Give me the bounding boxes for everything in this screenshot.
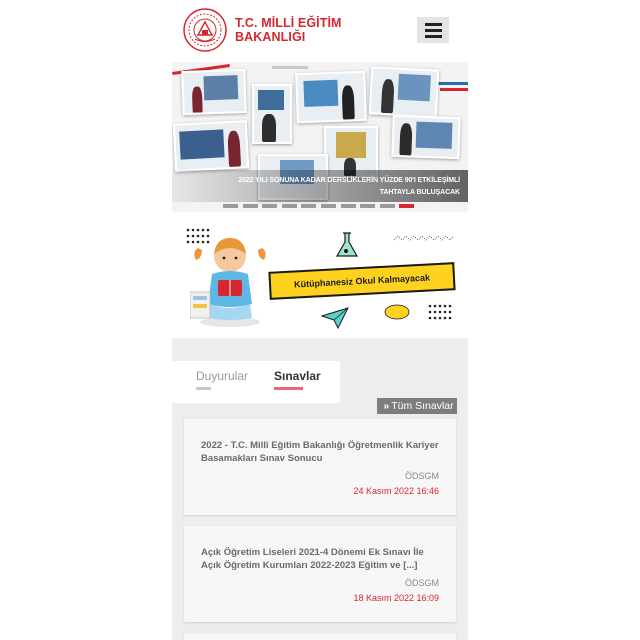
classroom-photo bbox=[172, 120, 250, 172]
exam-card[interactable]: 2022 - T.C. Millî Eğitim Bakanlığı Öğret… bbox=[184, 419, 456, 515]
classroom-photo bbox=[391, 114, 461, 160]
exam-card-title[interactable]: Açık Öğretim Liseleri 2021-4 Dönemi Ek S… bbox=[201, 546, 446, 572]
announcement-tabs: Duyurular Sınavlar bbox=[172, 361, 340, 403]
banner-headline-text: Kütüphanesiz Okul Kalmayacak bbox=[293, 272, 431, 290]
slider-dot[interactable] bbox=[399, 204, 415, 208]
site-header: T.C. MİLLİ EĞİTİM BAKANLIĞI bbox=[172, 0, 468, 62]
slider-dot[interactable] bbox=[379, 204, 395, 208]
library-campaign-banner[interactable]: Kütüphanesiz Okul Kalmayacak bbox=[172, 222, 468, 334]
exam-card-title[interactable]: 2022 - T.C. Millî Eğitim Bakanlığı Öğret… bbox=[201, 439, 446, 465]
slide-caption[interactable]: 2022 YILI SONUNA KADAR DERSLİKLERİN YÜZD… bbox=[172, 170, 468, 202]
exam-card-date: 18 Kasım 2022 16:09 bbox=[353, 593, 439, 603]
classroom-photo bbox=[295, 70, 367, 124]
decorative-stripe bbox=[272, 66, 308, 69]
classroom-photo bbox=[252, 84, 292, 144]
exam-card-date: 24 Kasım 2022 16:46 bbox=[353, 486, 439, 496]
slider-dot[interactable] bbox=[262, 204, 278, 208]
logo-line-1: T.C. MİLLİ EĞİTİM bbox=[235, 16, 342, 30]
exam-card-source: ÖDSGM bbox=[404, 471, 439, 481]
exam-card[interactable] bbox=[184, 634, 456, 640]
news-slider[interactable]: 2022 YILI SONUNA KADAR DERSLİKLERİN YÜZD… bbox=[172, 62, 468, 212]
slider-dot[interactable] bbox=[223, 204, 238, 208]
menu-button[interactable] bbox=[417, 17, 449, 43]
tab-sinavlar-underline bbox=[274, 387, 303, 390]
exam-card-source: ÖDSGM bbox=[404, 578, 439, 588]
decorative-stripe bbox=[440, 88, 468, 91]
wavy-line-decoration bbox=[393, 235, 455, 241]
slider-dot[interactable] bbox=[242, 204, 258, 208]
girl-reading-illustration bbox=[190, 238, 266, 327]
double-chevron-right-icon: » bbox=[383, 400, 390, 412]
slider-dot[interactable] bbox=[340, 204, 356, 208]
announcements-section: Duyurular Sınavlar » Tüm Sınavlar 2022 - … bbox=[172, 338, 468, 640]
dot-grid-decoration bbox=[428, 304, 452, 320]
classroom-photo bbox=[368, 66, 440, 118]
all-exams-label: Tüm Sınavlar bbox=[391, 400, 454, 412]
logo-line-2: BAKANLIĞI bbox=[235, 30, 306, 44]
all-exams-button[interactable]: » Tüm Sınavlar bbox=[377, 398, 457, 414]
tab-sinavlar[interactable]: Sınavlar bbox=[274, 369, 321, 383]
flask-illustration bbox=[335, 232, 359, 257]
slider-dot[interactable] bbox=[301, 204, 317, 208]
slide-caption-line-2: TAHTAYLA BULUŞACAK bbox=[379, 189, 460, 196]
slider-dot[interactable] bbox=[360, 204, 376, 208]
ministry-seal-icon[interactable] bbox=[183, 8, 227, 52]
paper-plane-illustration bbox=[320, 307, 349, 330]
classroom-photo bbox=[181, 68, 247, 116]
lemon-illustration bbox=[384, 304, 410, 320]
exam-card[interactable]: Açık Öğretim Liseleri 2021-4 Dönemi Ek S… bbox=[184, 526, 456, 622]
tab-duyurular[interactable]: Duyurular bbox=[196, 369, 248, 383]
slider-dot[interactable] bbox=[321, 204, 336, 208]
slider-dot[interactable] bbox=[281, 204, 297, 208]
tab-duyurular-underline bbox=[196, 387, 211, 390]
banner-headline: Kütüphanesiz Okul Kalmayacak bbox=[268, 262, 456, 300]
decorative-stripe bbox=[434, 82, 468, 85]
page: T.C. MİLLİ EĞİTİM BAKANLIĞI 2022 YILI SO… bbox=[172, 0, 468, 640]
site-logo-text[interactable]: T.C. MİLLİ EĞİTİM BAKANLIĞI bbox=[235, 16, 365, 44]
slide-caption-line-1: 2022 YILI SONUNA KADAR DERSLİKLERİN YÜZD… bbox=[238, 177, 460, 184]
